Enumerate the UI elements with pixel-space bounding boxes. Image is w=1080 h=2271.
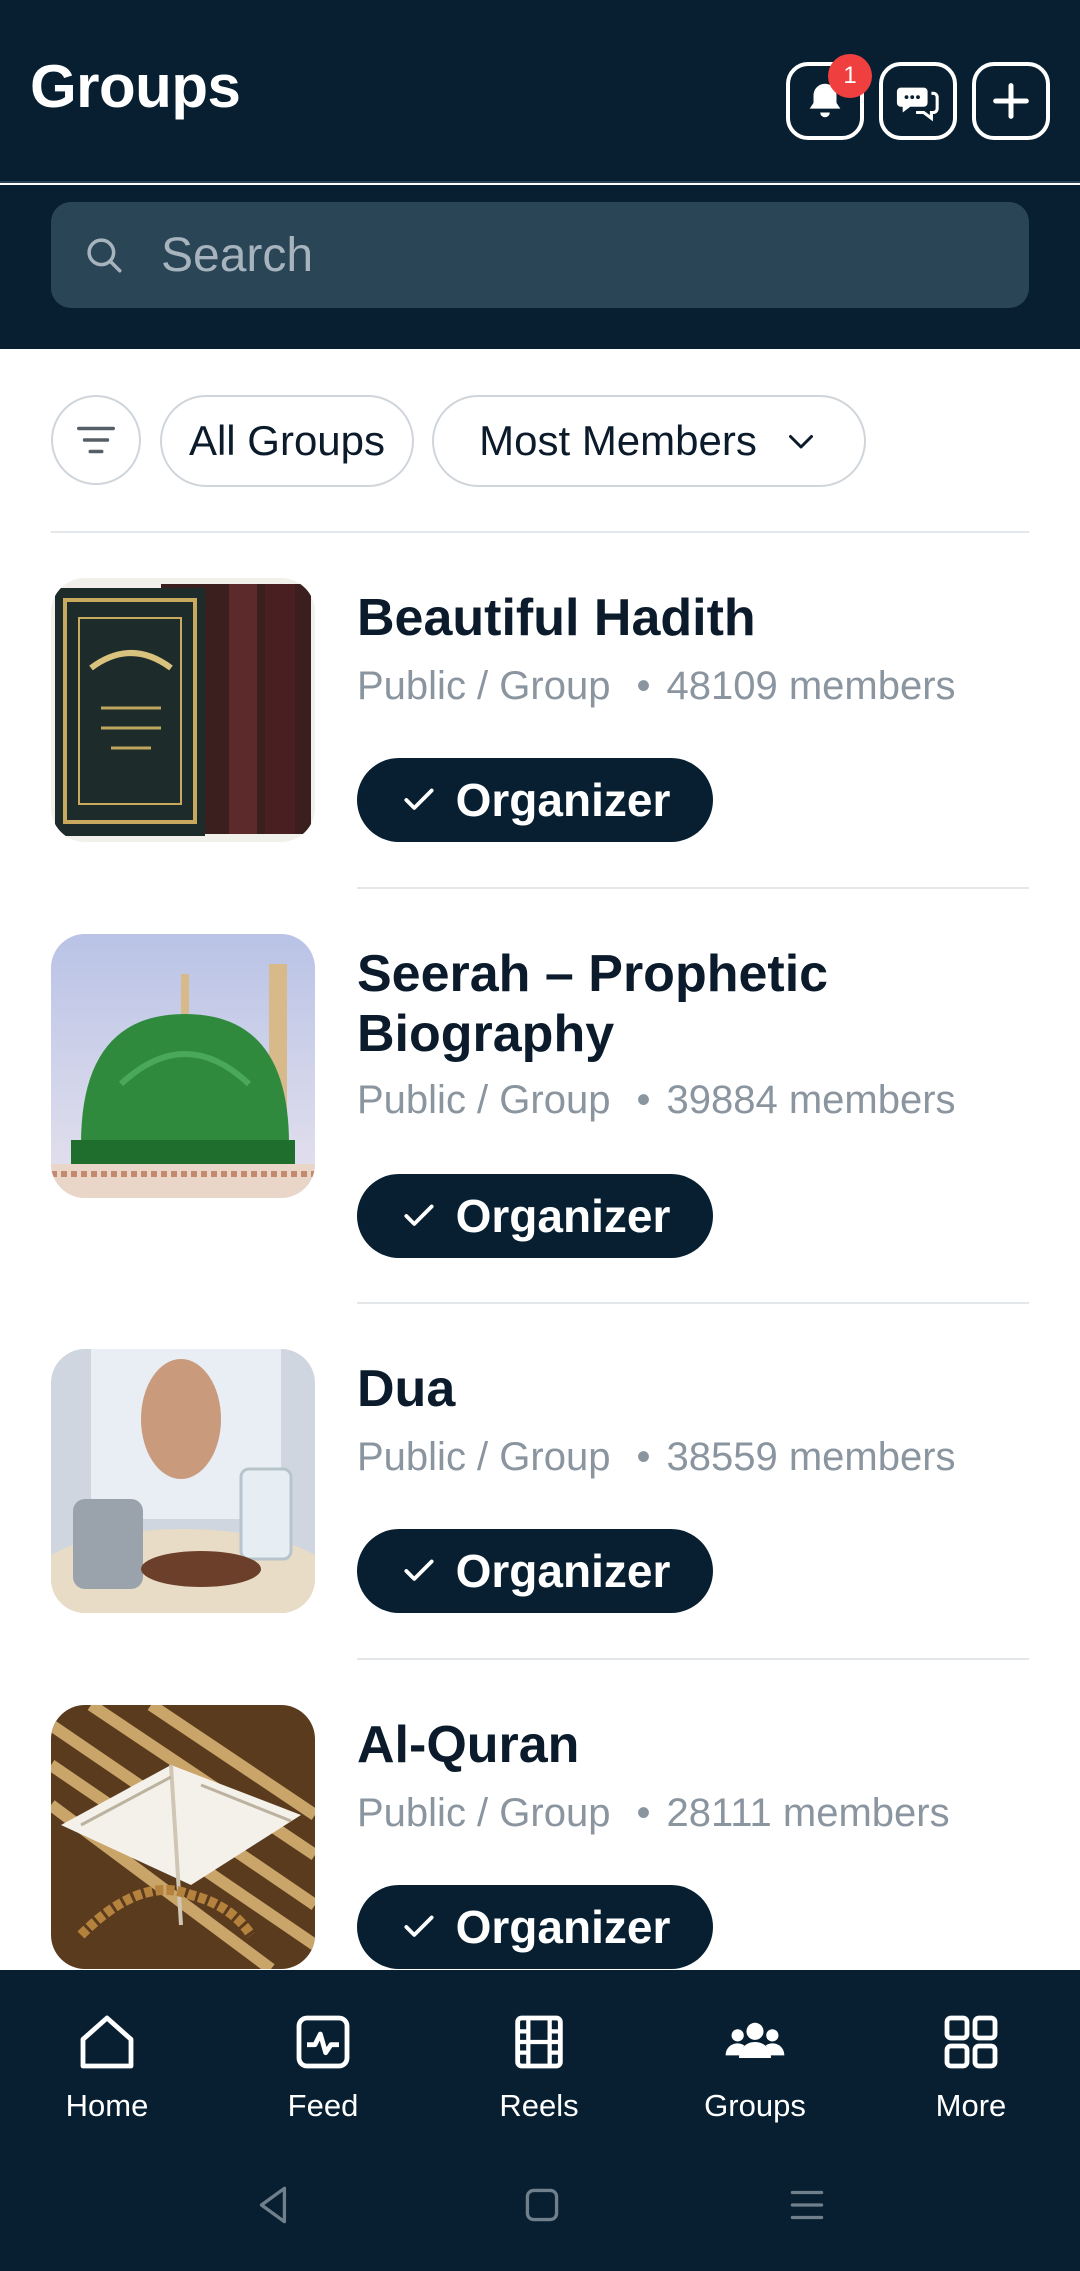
filter-icon — [77, 426, 115, 454]
group-thumbnail — [51, 1349, 315, 1613]
notification-badge: 1 — [828, 54, 872, 98]
chat-icon — [896, 87, 939, 122]
search-section — [0, 185, 1080, 349]
separator-dot: • — [636, 664, 651, 708]
separator-dot: • — [636, 1078, 651, 1122]
nav-feed-label: Feed — [287, 2088, 359, 2123]
menu-icon[interactable] — [782, 2180, 832, 2230]
group-type: Public / Group — [357, 1791, 611, 1835]
group-meta: Public / Group • 38559 members — [357, 1435, 956, 1480]
group-name[interactable]: Beautiful Hadith — [357, 588, 1017, 648]
chevron-down-icon — [788, 435, 813, 449]
page-title: Groups — [30, 53, 241, 120]
notifications-button[interactable]: 1 — [786, 54, 872, 140]
group-thumbnail — [51, 1705, 315, 1969]
group-members: 48109 members — [666, 664, 956, 708]
list-divider — [357, 887, 1029, 889]
group-name[interactable]: Dua — [357, 1359, 1017, 1419]
separator-dot: • — [636, 1435, 651, 1479]
group-name[interactable]: Al-Quran — [357, 1715, 1017, 1775]
check-icon — [404, 788, 434, 810]
nav-reels-label: Reels — [499, 2088, 579, 2123]
group-members: 39884 members — [666, 1078, 956, 1122]
home-square-icon[interactable] — [517, 2180, 567, 2230]
sort-label: Most Members — [479, 417, 757, 464]
organizer-label: Organizer — [455, 774, 671, 826]
home-icon — [80, 2015, 134, 2069]
group-type: Public / Group — [357, 1078, 611, 1122]
group-members: 28111 members — [666, 1791, 950, 1835]
list-divider — [51, 531, 1029, 533]
organizer-button[interactable]: Organizer — [357, 1529, 713, 1613]
all-groups-label: All Groups — [188, 417, 386, 464]
create-button[interactable] — [972, 62, 1050, 140]
nav-groups[interactable]: Groups — [675, 2010, 835, 2124]
group-type: Public / Group — [357, 664, 611, 708]
organizer-button[interactable]: Organizer — [357, 1174, 713, 1258]
list-divider — [357, 1302, 1029, 1304]
group-meta: Public / Group • 48109 members — [357, 664, 956, 709]
organizer-label: Organizer — [455, 1901, 671, 1953]
nav-home-label: Home — [65, 2088, 149, 2123]
group-type: Public / Group — [357, 1435, 611, 1479]
top-bar: Groups 1 — [0, 0, 1080, 183]
all-groups-filter[interactable]: All Groups — [160, 395, 414, 487]
search-icon — [87, 238, 122, 273]
group-thumbnail — [51, 934, 315, 1198]
messages-button[interactable] — [879, 62, 957, 140]
search-bar[interactable] — [51, 202, 1029, 308]
search-input[interactable] — [161, 227, 961, 283]
bottom-navigation: Home Feed Reels Groups More — [0, 1970, 1080, 2271]
organizer-label: Organizer — [455, 1190, 671, 1242]
plus-icon — [993, 83, 1029, 119]
nav-groups-label: Groups — [704, 2088, 806, 2123]
grid-icon — [944, 2015, 998, 2069]
nav-home[interactable]: Home — [27, 2010, 187, 2124]
back-icon[interactable] — [249, 2180, 299, 2230]
check-icon — [404, 1559, 434, 1581]
group-meta: Public / Group • 28111 members — [357, 1791, 950, 1836]
activity-icon — [296, 2015, 350, 2069]
list-divider — [357, 1658, 1029, 1660]
organizer-button[interactable]: Organizer — [357, 1885, 713, 1969]
users-icon — [725, 2022, 785, 2058]
organizer-label: Organizer — [455, 1545, 671, 1597]
nav-reels[interactable]: Reels — [459, 2010, 619, 2124]
nav-feed[interactable]: Feed — [243, 2010, 403, 2124]
group-name[interactable]: Seerah – Prophetic Biography — [357, 944, 1017, 1064]
filter-button[interactable] — [51, 395, 141, 485]
separator-dot: • — [636, 1791, 651, 1835]
nav-more[interactable]: More — [891, 2010, 1051, 2124]
nav-more-label: More — [935, 2088, 1007, 2123]
check-icon — [404, 1204, 434, 1226]
filter-bar: All Groups Most Members — [0, 395, 1080, 487]
sort-dropdown[interactable]: Most Members — [432, 395, 866, 487]
group-members: 38559 members — [666, 1435, 956, 1479]
check-icon — [404, 1915, 434, 1937]
film-icon — [515, 2015, 563, 2069]
group-thumbnail — [51, 578, 315, 842]
organizer-button[interactable]: Organizer — [357, 758, 713, 842]
group-meta: Public / Group • 39884 members — [357, 1078, 956, 1123]
